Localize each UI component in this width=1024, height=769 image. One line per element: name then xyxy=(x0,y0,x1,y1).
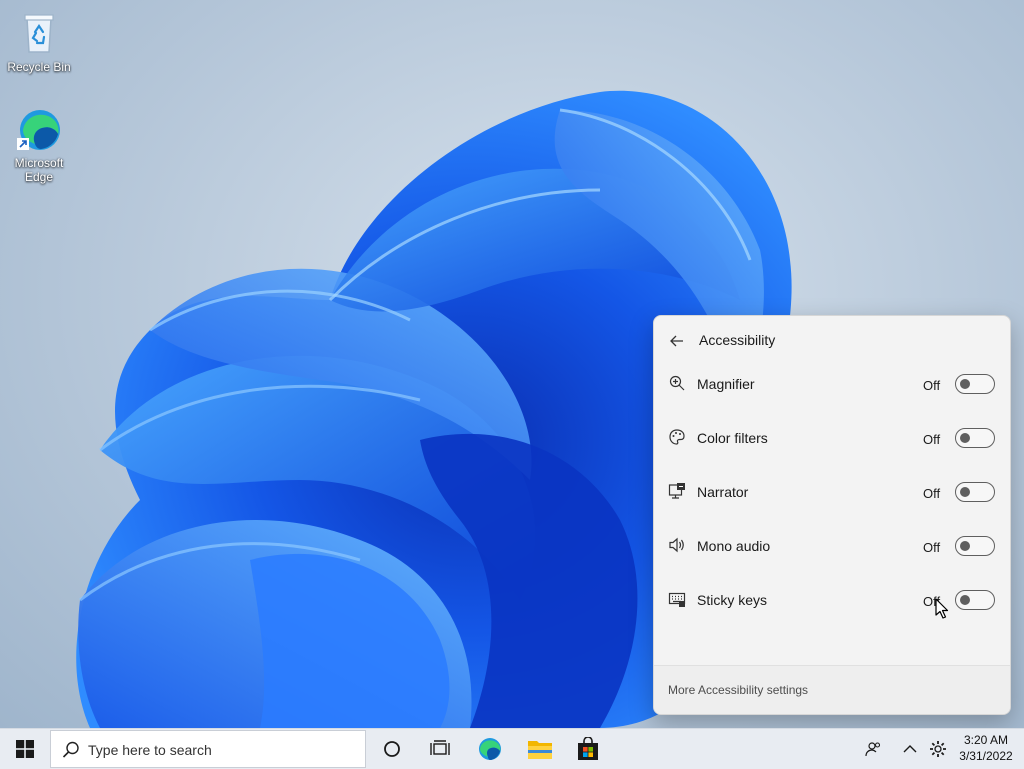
magnifier-label: Magnifier xyxy=(697,376,755,392)
recycle-bin-icon xyxy=(15,10,63,58)
accessibility-row-magnifier: Magnifier Off xyxy=(654,359,1010,413)
search-icon xyxy=(61,740,81,765)
color-filters-state: Off xyxy=(923,432,941,447)
narrator-state: Off xyxy=(923,486,941,501)
desktop-icon-label: Microsoft Edge xyxy=(14,156,64,184)
clock-date: 3/31/2022 xyxy=(959,749,1013,763)
accessibility-row-mono-audio: Mono audio Off xyxy=(654,521,1010,575)
taskbar-file-explorer-button[interactable] xyxy=(518,729,562,769)
flyout-header: Accessibility xyxy=(654,316,1010,364)
narrator-label: Narrator xyxy=(697,484,749,500)
toggle-knob xyxy=(960,487,970,497)
more-accessibility-settings-link[interactable]: More Accessibility settings xyxy=(668,683,808,697)
magnifier-state: Off xyxy=(923,378,941,393)
flyout-title: Accessibility xyxy=(699,332,776,348)
search-placeholder: Type here to search xyxy=(88,742,212,758)
cortana-icon xyxy=(384,741,400,757)
task-view-icon xyxy=(430,740,450,755)
sticky-keys-icon xyxy=(668,590,686,608)
taskbar-search-box[interactable]: Type here to search xyxy=(50,730,366,768)
people-button[interactable] xyxy=(853,729,893,769)
start-button[interactable] xyxy=(2,729,48,769)
accessibility-row-narrator: Narrator Off xyxy=(654,467,1010,521)
color-filters-label: Color filters xyxy=(697,430,768,446)
clock-time: 3:20 AM xyxy=(963,733,1009,747)
toggle-knob xyxy=(960,433,970,443)
mono-audio-icon xyxy=(668,536,686,554)
desktop-icon-label: Recycle Bin xyxy=(7,60,71,74)
taskbar-store-button[interactable] xyxy=(566,729,610,769)
desktop-icon-microsoft-edge[interactable]: Microsoft Edge xyxy=(3,106,75,184)
chevron-up-icon xyxy=(903,745,917,753)
windows-logo-icon xyxy=(16,740,34,758)
toggle-knob xyxy=(960,379,970,389)
taskbar: Type here to search 3:20 AM 3/31/2022 xyxy=(0,728,1024,769)
file-explorer-icon xyxy=(528,741,552,759)
settings-tray-button[interactable] xyxy=(918,729,958,769)
back-arrow-icon xyxy=(670,335,683,347)
sticky-keys-label: Sticky keys xyxy=(697,592,768,608)
edge-icon xyxy=(479,738,501,760)
people-icon xyxy=(865,742,881,757)
sticky-keys-toggle[interactable] xyxy=(955,590,995,610)
magnifier-toggle[interactable] xyxy=(955,374,995,394)
desktop-icon-recycle-bin[interactable]: Recycle Bin xyxy=(3,10,75,74)
mouse-cursor-icon xyxy=(935,598,949,625)
toggle-knob xyxy=(960,541,970,551)
cortana-button[interactable] xyxy=(370,729,414,769)
settings-gear-icon xyxy=(930,741,946,757)
accessibility-row-sticky-keys: Sticky keys Off xyxy=(654,575,1010,629)
color-filters-toggle[interactable] xyxy=(955,428,995,448)
microsoft-store-icon xyxy=(578,737,598,760)
task-view-button[interactable] xyxy=(418,729,462,769)
accessibility-flyout: Accessibility Magnifier Off Color filter… xyxy=(653,315,1011,715)
edge-icon xyxy=(15,106,63,154)
mono-audio-state: Off xyxy=(923,540,941,555)
narrator-toggle[interactable] xyxy=(955,482,995,502)
flyout-footer: More Accessibility settings xyxy=(654,665,1010,714)
mono-audio-toggle[interactable] xyxy=(955,536,995,556)
accessibility-row-color-filters: Color filters Off xyxy=(654,413,1010,467)
narrator-icon xyxy=(668,482,686,500)
color-filters-icon xyxy=(668,428,686,446)
magnifier-icon xyxy=(668,374,686,392)
toggle-knob xyxy=(960,595,970,605)
back-button[interactable] xyxy=(666,330,688,352)
mono-audio-label: Mono audio xyxy=(697,538,771,554)
taskbar-edge-button[interactable] xyxy=(468,729,512,769)
taskbar-clock[interactable]: 3:20 AM 3/31/2022 xyxy=(954,732,1018,764)
